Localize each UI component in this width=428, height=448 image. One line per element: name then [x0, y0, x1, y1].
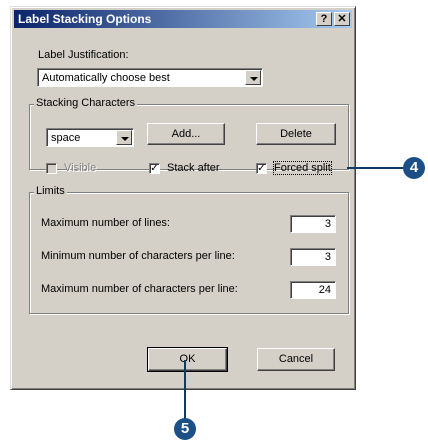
label-stacking-dialog: Label Stacking Options ? ✕ Label Justifi… [10, 6, 356, 390]
min-chars-label: Minimum number of characters per line: [41, 250, 235, 262]
add-button[interactable]: Add... [147, 123, 225, 145]
chevron-down-icon[interactable] [245, 70, 261, 85]
close-button[interactable]: ✕ [334, 12, 350, 26]
limits-title: Limits [34, 185, 67, 197]
callout-5-line [184, 360, 186, 420]
delete-button[interactable]: Delete [256, 123, 336, 145]
help-button[interactable]: ? [316, 12, 332, 26]
visible-label: Visible [64, 162, 97, 174]
justification-selected: Automatically choose best [42, 72, 170, 84]
stacking-char-dropdown[interactable]: space [46, 128, 134, 147]
forced-split-checkbox[interactable]: ✓ [256, 163, 267, 174]
chevron-down-icon[interactable] [116, 130, 132, 145]
title-bar[interactable]: Label Stacking Options ? ✕ [14, 10, 352, 28]
window-title: Label Stacking Options [18, 12, 152, 26]
cancel-button[interactable]: Cancel [257, 348, 335, 371]
max-lines-label: Maximum number of lines: [41, 217, 170, 229]
visible-checkbox[interactable] [46, 163, 57, 174]
min-chars-input[interactable]: 3 [290, 248, 336, 266]
callout-5-badge: 5 [174, 418, 196, 440]
stacking-char-selected: space [51, 132, 81, 144]
callout-4-badge: 4 [403, 157, 425, 179]
max-chars-input[interactable]: 24 [290, 281, 336, 299]
justification-label: Label Justification: [38, 49, 129, 61]
callout-4-line [347, 167, 403, 169]
justification-dropdown[interactable]: Automatically choose best [37, 68, 263, 87]
ok-button[interactable]: OK [147, 347, 228, 372]
stack-after-checkbox[interactable]: ✓ [149, 163, 160, 174]
stacking-characters-title: Stacking Characters [34, 97, 138, 109]
stack-after-label: Stack after [167, 162, 220, 174]
forced-split-label: Forced split [273, 161, 332, 175]
max-chars-label: Maximum number of characters per line: [41, 283, 238, 295]
max-lines-input[interactable]: 3 [290, 215, 336, 233]
